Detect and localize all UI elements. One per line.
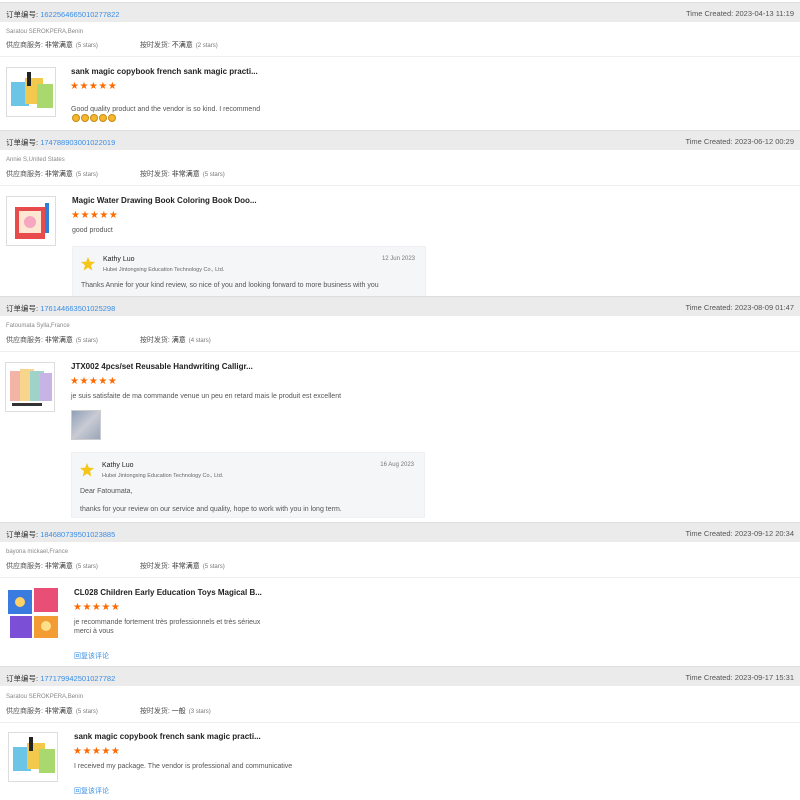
time-created: Time Created: 2023-09-17 15:31 xyxy=(685,673,794,682)
order-number-label: 订单编号: xyxy=(6,530,39,539)
time-created: Time Created: 2023-04-13 11:19 xyxy=(685,9,794,18)
service-ratings: 供应商服务: 非常满意 (5 stars) 按时发货: 一般 (3 stars) xyxy=(6,708,211,715)
product-thumbnail[interactable] xyxy=(8,732,58,782)
order-number-link[interactable]: 177179942501027782 xyxy=(40,674,115,683)
order-header: 订单编号: 1622564665010277822 Time Created: … xyxy=(0,2,800,22)
order-number-link[interactable]: 176144663501025298 xyxy=(40,304,115,313)
product-title[interactable]: CL028 Children Early Education Toys Magi… xyxy=(74,588,262,597)
order-number-label: 订单编号: xyxy=(6,10,39,19)
rating-stars: ★★★★★ xyxy=(70,376,118,387)
review-comment: I received my package. The vendor is pro… xyxy=(74,763,293,770)
order-number-link[interactable]: 184680739501023885 xyxy=(40,530,115,539)
reply-company: Hubei Jintongxing Education Technology C… xyxy=(102,473,224,479)
product-thumbnail[interactable] xyxy=(6,196,56,246)
order-number-link[interactable]: 174788903001022019 xyxy=(40,138,115,147)
rating-stars: ★★★★★ xyxy=(73,746,121,757)
rating-stars: ★★★★★ xyxy=(71,210,119,221)
buyer-name: bayona mickael,France xyxy=(6,549,69,555)
order-number-row: 订单编号: 1622564665010277822 xyxy=(6,9,119,20)
review-comment: Good quality product and the vendor is s… xyxy=(71,96,260,123)
time-created: Time Created: 2023-06-12 00:29 xyxy=(685,137,794,146)
seller-reply: Kathy Luo Hubei Jintongxing Education Te… xyxy=(72,246,426,298)
product-thumbnail[interactable] xyxy=(6,67,56,117)
rating-stars: ★★★★★ xyxy=(70,81,118,92)
order-header: 订单编号: 176144663501025298 Time Created: 2… xyxy=(0,296,800,316)
order-header: 订单编号: 177179942501027782 Time Created: 2… xyxy=(0,666,800,686)
product-thumbnail[interactable] xyxy=(6,586,62,642)
seller-reply: Kathy Luo Hubei Jintongxing Education Te… xyxy=(71,452,425,518)
order-header: 订单编号: 184680739501023885 Time Created: 2… xyxy=(0,522,800,542)
order-card: 订单编号: 176144663501025298 Time Created: 2… xyxy=(0,296,800,522)
order-number-label: 订单编号: xyxy=(6,304,39,313)
product-thumbnail[interactable] xyxy=(5,362,55,412)
buyer-name: Saratou SEROKPERA,Benin xyxy=(6,694,84,700)
reply-date: 12 Jun 2023 xyxy=(381,256,415,262)
buyer-name: Fatoumata Sylla,France xyxy=(6,323,70,329)
review-comment: je recommande fortement très professionn… xyxy=(74,619,261,635)
order-number-label: 订单编号: xyxy=(6,674,39,683)
reply-to-review-link[interactable]: 回复该评论 xyxy=(74,651,109,661)
buyer-name: Annie S,United States xyxy=(6,157,65,163)
star-avatar-icon xyxy=(81,257,95,271)
product-title[interactable]: JTX002 4pcs/set Reusable Handwriting Cal… xyxy=(71,362,253,371)
rating-stars: ★★★★★ xyxy=(73,602,121,613)
order-number-link[interactable]: 1622564665010277822 xyxy=(40,10,119,19)
reply-company: Hubei Jintongxing Education Technology C… xyxy=(103,267,225,273)
reply-author: Kathy Luo xyxy=(103,256,135,263)
order-number-label: 订单编号: xyxy=(6,138,39,147)
order-card: 订单编号: 184680739501023885 Time Created: 2… xyxy=(0,522,800,668)
reply-to-review-link[interactable]: 回复该评论 xyxy=(74,786,109,796)
service-ratings: 供应商服务: 非常满意 (5 stars) 按时发货: 不满意 (2 stars) xyxy=(6,42,218,49)
service-ratings: 供应商服务: 非常满意 (5 stars) 按时发货: 非常满意 (5 stars) xyxy=(6,563,225,570)
order-card: 订单编号: 1622564665010277822 Time Created: … xyxy=(0,0,800,132)
buyer-name: Saratou SEROKPERA,Benin xyxy=(6,29,84,35)
reply-date: 16 Aug 2023 xyxy=(380,462,414,468)
reply-text: Thanks Annie for your kind review, so ni… xyxy=(81,282,379,289)
service-ratings: 供应商服务: 非常满意 (5 stars) 按时发货: 满意 (4 stars) xyxy=(6,337,211,344)
product-title[interactable]: Magic Water Drawing Book Coloring Book D… xyxy=(72,196,257,205)
review-comment: good product xyxy=(72,227,113,234)
service-ratings: 供应商服务: 非常满意 (5 stars) 按时发货: 非常满意 (5 stars) xyxy=(6,171,225,178)
emoji-icon xyxy=(71,114,116,123)
reply-author: Kathy Luo xyxy=(102,462,134,469)
product-title[interactable]: sank magic copybook french sank magic pr… xyxy=(74,732,261,741)
time-created: Time Created: 2023-08-09 01:47 xyxy=(685,303,794,312)
review-comment: je suis satisfaite de ma commande venue … xyxy=(71,393,342,400)
reply-text: Dear Fatoumata, thanks for your review o… xyxy=(80,488,342,513)
product-title[interactable]: sank magic copybook french sank magic pr… xyxy=(71,67,258,76)
star-avatar-icon xyxy=(80,463,94,477)
order-card: 订单编号: 177179942501027782 Time Created: 2… xyxy=(0,666,800,800)
order-header: 订单编号: 174788903001022019 Time Created: 2… xyxy=(0,130,800,150)
review-photo[interactable] xyxy=(71,410,101,440)
order-card: 订单编号: 174788903001022019 Time Created: 2… xyxy=(0,130,800,300)
time-created: Time Created: 2023-09-12 20:34 xyxy=(685,529,794,538)
